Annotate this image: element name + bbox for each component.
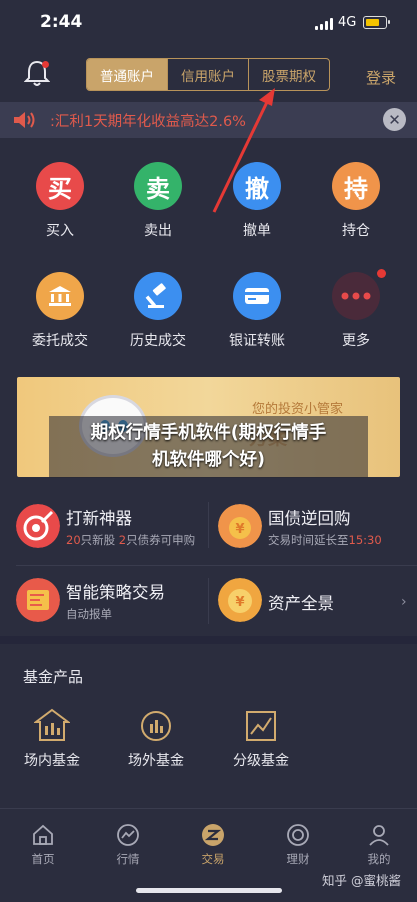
speaker-icon bbox=[14, 112, 35, 128]
exchange-fund-label: 场内基金 bbox=[24, 753, 80, 769]
tab-credit-account[interactable]: 信用账户 bbox=[168, 59, 249, 90]
nav-trade[interactable]: 交易 bbox=[183, 823, 243, 873]
ipo-tool-subtitle: 20只新股 2只债券可申购 bbox=[66, 533, 196, 547]
caption-line-1: 期权行情手机软件(期权行情手 bbox=[90, 423, 327, 443]
svg-text:¥: ¥ bbox=[235, 595, 244, 610]
history-button[interactable]: 历史成交 bbox=[113, 258, 203, 358]
otc-fund-item[interactable]: 场外基金 bbox=[111, 706, 201, 776]
fund-section-title: 基金产品 bbox=[23, 668, 84, 686]
position-label: 持仓 bbox=[342, 223, 370, 239]
nav-profile[interactable]: 我的 bbox=[349, 823, 409, 873]
buy-label: 买入 bbox=[46, 223, 74, 239]
bank-icon bbox=[36, 272, 84, 320]
buy-button[interactable]: 买 买入 bbox=[15, 148, 105, 248]
more-icon bbox=[332, 272, 380, 320]
orders-label: 委托成交 bbox=[32, 333, 88, 349]
graded-fund-item[interactable]: 分级基金 bbox=[216, 706, 306, 776]
divider bbox=[208, 502, 209, 548]
signal-icon bbox=[315, 18, 333, 30]
reverse-repo-title: 国债逆回购 bbox=[268, 509, 351, 528]
position-icon: 持 bbox=[332, 162, 380, 210]
asset-icon: ¥ bbox=[218, 578, 262, 622]
history-label: 历史成交 bbox=[130, 333, 186, 349]
more-label: 更多 bbox=[342, 333, 370, 349]
watermark: 知乎 @蜜桃酱 bbox=[322, 873, 401, 888]
tab-stock-options[interactable]: 股票期权 bbox=[249, 59, 329, 90]
more-button[interactable]: 更多 bbox=[311, 258, 401, 358]
asset-overview-item[interactable]: ¥ 资产全景 bbox=[218, 570, 417, 632]
exchange-fund-item[interactable]: 场内基金 bbox=[7, 706, 97, 776]
nav-market[interactable]: 行情 bbox=[98, 823, 158, 873]
nav-profile-label: 我的 bbox=[367, 852, 391, 866]
trade-icon bbox=[202, 824, 224, 846]
tab-regular-account[interactable]: 普通账户 bbox=[87, 59, 168, 90]
account-tabs: 普通账户 信用账户 股票期权 bbox=[86, 58, 330, 91]
status-time: 2:44 bbox=[40, 12, 83, 32]
header: 普通账户 信用账户 股票期权 登录 bbox=[0, 46, 417, 102]
nav-home[interactable]: 首页 bbox=[13, 823, 73, 873]
banner-subtitle: 您的投资小管家 bbox=[252, 402, 344, 417]
section-gap bbox=[0, 636, 417, 644]
transfer-label: 银证转账 bbox=[229, 333, 285, 349]
sell-button[interactable]: 卖 卖出 bbox=[113, 148, 203, 248]
reverse-repo-item[interactable]: ¥ 国债逆回购 交易时间延长至15:30 bbox=[218, 496, 417, 558]
orders-button[interactable]: 委托成交 bbox=[15, 258, 105, 358]
ipo-tool-title: 打新神器 bbox=[66, 509, 132, 528]
cancel-order-button[interactable]: 撤 撤单 bbox=[212, 148, 302, 248]
asset-overview-title: 资产全景 bbox=[268, 594, 334, 613]
nav-finance-label: 理财 bbox=[286, 852, 310, 866]
strategy-trade-item[interactable]: 智能策略交易 自动报单 bbox=[16, 570, 216, 632]
notification-dot bbox=[42, 61, 49, 68]
divider bbox=[208, 578, 209, 624]
otc-fund-icon bbox=[141, 711, 171, 741]
gavel-icon bbox=[134, 272, 182, 320]
nav-trade-label: 交易 bbox=[201, 852, 225, 866]
article-caption: 期权行情手机软件(期权行情手 机软件哪个好) bbox=[49, 416, 368, 478]
home-indicator bbox=[136, 888, 282, 893]
status-bar: 2:44 4G bbox=[0, 0, 417, 46]
strategy-trade-title: 智能策略交易 bbox=[66, 583, 165, 602]
ipo-tool-item[interactable]: 打新神器 20只新股 2只债券可申购 bbox=[16, 496, 216, 558]
caption-line-2: 机软件哪个好) bbox=[152, 450, 265, 470]
battery-icon bbox=[363, 16, 390, 29]
network-type: 4G bbox=[338, 15, 357, 30]
reverse-repo-subtitle: 交易时间延长至15:30 bbox=[268, 533, 382, 547]
cancel-order-label: 撤单 bbox=[243, 223, 271, 239]
cancel-order-icon: 撤 bbox=[233, 162, 281, 210]
profile-icon bbox=[369, 825, 389, 846]
buy-icon: 买 bbox=[36, 162, 84, 210]
finance-icon bbox=[287, 824, 309, 846]
card-icon bbox=[233, 272, 281, 320]
graded-fund-icon bbox=[246, 711, 276, 741]
notice-text: :汇利1天期年化收益高达2.6% bbox=[50, 114, 246, 130]
nav-home-label: 首页 bbox=[31, 852, 55, 866]
market-icon bbox=[117, 824, 139, 846]
position-button[interactable]: 持 持仓 bbox=[311, 148, 401, 248]
home-icon bbox=[33, 824, 53, 845]
ipo-icon bbox=[16, 504, 60, 548]
function-grid: 买 买入 卖 卖出 撤 撤单 持 持仓 委托成交 历史成交 银证转账 更多 bbox=[0, 148, 417, 366]
close-icon[interactable]: ✕ bbox=[383, 108, 406, 131]
more-badge-dot bbox=[377, 269, 386, 278]
chevron-right-icon: › bbox=[401, 594, 407, 610]
graded-fund-label: 分级基金 bbox=[233, 753, 289, 769]
bond-icon: ¥ bbox=[218, 504, 262, 548]
nav-market-label: 行情 bbox=[116, 852, 140, 866]
nav-finance[interactable]: 理财 bbox=[268, 823, 328, 873]
strategy-trade-subtitle: 自动报单 bbox=[66, 607, 112, 621]
strategy-icon bbox=[16, 578, 60, 622]
sell-label: 卖出 bbox=[144, 223, 172, 239]
login-button[interactable]: 登录 bbox=[366, 67, 396, 88]
exchange-fund-icon bbox=[34, 708, 70, 741]
transfer-button[interactable]: 银证转账 bbox=[212, 258, 302, 358]
divider bbox=[16, 565, 417, 566]
otc-fund-label: 场外基金 bbox=[128, 753, 184, 769]
sell-icon: 卖 bbox=[134, 162, 182, 210]
svg-text:¥: ¥ bbox=[235, 522, 244, 537]
notice-bar[interactable]: :汇利1天期年化收益高达2.6% ✕ bbox=[0, 102, 417, 138]
